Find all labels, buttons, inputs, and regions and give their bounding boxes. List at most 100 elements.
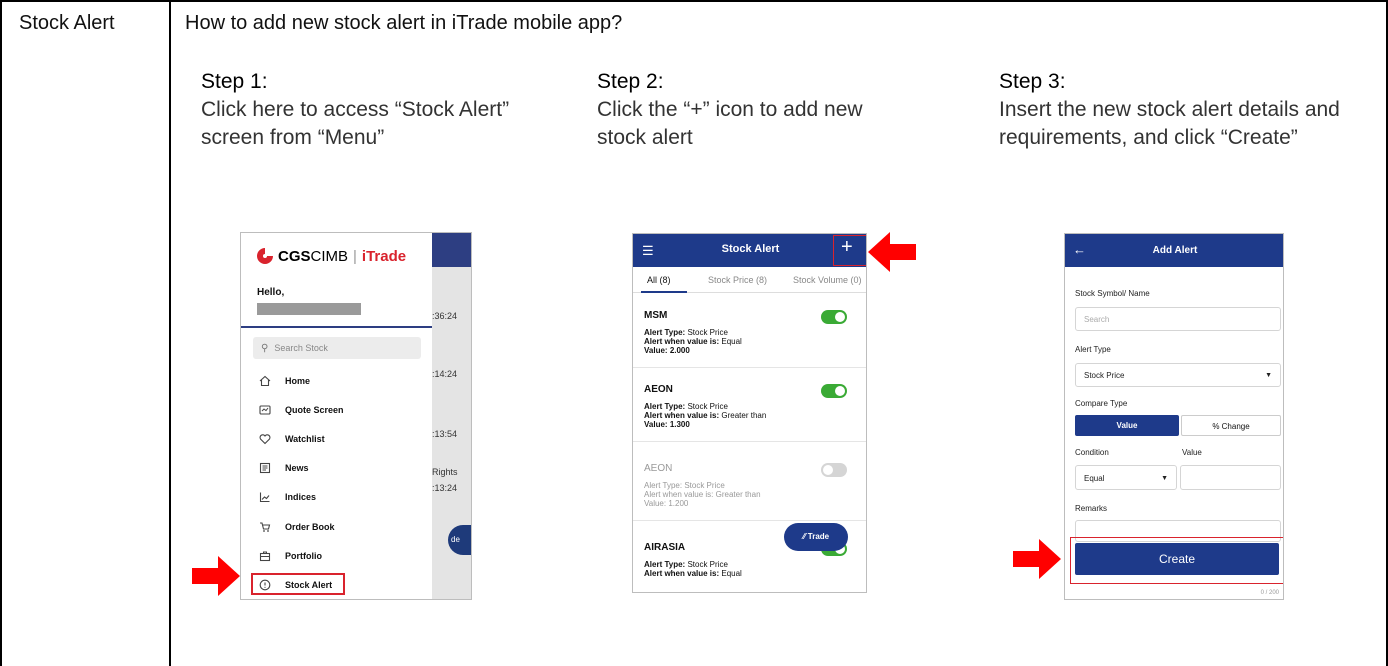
bg-time: :13:24	[432, 483, 458, 493]
search-placeholder: Search Stock	[274, 343, 328, 353]
create-highlight-box	[1070, 537, 1283, 584]
alert-type-label: Alert Type:	[644, 560, 686, 569]
alert-value: 2.000	[669, 346, 690, 355]
screen-title: Add Alert	[1152, 245, 1198, 256]
briefcase-icon	[259, 551, 271, 562]
alert-item[interactable]: MSM Alert Type: Stock Price Alert when v…	[633, 300, 866, 368]
trade-fab-button[interactable]: ⁄⁄ Trade	[784, 523, 848, 551]
alert-symbol: AEON	[644, 384, 673, 395]
alert-type-value: Stock Price	[687, 328, 728, 337]
alert-when-label: Alert when value is:	[644, 411, 720, 420]
alert-when-value: Greater than	[721, 411, 767, 420]
bg-text: Rights	[432, 467, 458, 477]
condition-select[interactable]: Equal ▼	[1075, 465, 1177, 490]
news-icon	[259, 462, 271, 474]
brand-logo: CGS CIMB | iTrade	[255, 247, 406, 265]
plus-highlight-box	[833, 235, 866, 266]
alert-when-value: Greater than	[715, 490, 761, 499]
alert-value-label: Value:	[644, 499, 667, 508]
tab-stock-volume[interactable]: Stock Volume (0)	[793, 275, 862, 285]
app-bar: ☰ Stock Alert +	[633, 234, 866, 267]
menu-item-indices[interactable]: Indices	[259, 491, 316, 503]
alert-type-line: Alert Type: Stock Price	[644, 328, 728, 337]
menu-item-news[interactable]: News	[259, 462, 309, 474]
alert-type-label: Alert Type:	[644, 328, 686, 337]
alert-when-label: Alert when value is:	[644, 337, 720, 346]
alert-symbol: MSM	[644, 310, 668, 321]
step-3: Step 3: Insert the new stock alert detai…	[999, 68, 1344, 152]
table-top-border	[0, 0, 1388, 2]
step-2: Step 2: Click the “+” icon to add new st…	[597, 68, 942, 152]
menu-item-order-book[interactable]: Order Book	[259, 521, 335, 533]
compare-type-label: Compare Type	[1075, 399, 1128, 408]
question-title: How to add new stock alert in iTrade mob…	[185, 12, 623, 34]
remarks-char-counter: 0 / 200	[1260, 590, 1279, 596]
stock-symbol-input[interactable]: Search	[1075, 307, 1281, 331]
alert-value: 1.200	[668, 499, 689, 508]
value-input[interactable]	[1180, 465, 1281, 490]
alert-when-line: Alert when value is: Greater than	[644, 490, 761, 499]
value-label: Value	[1182, 448, 1202, 457]
trade-label: Trade	[807, 532, 830, 541]
cgscimb-logo-icon	[257, 248, 273, 264]
toggle-knob	[835, 312, 845, 322]
alert-when-line: Alert when value is: Greater than	[644, 411, 766, 420]
tab-stock-price[interactable]: Stock Price (8)	[708, 275, 767, 285]
menu-item-home[interactable]: Home	[259, 375, 310, 387]
alert-toggle[interactable]	[821, 310, 847, 324]
alert-toggle[interactable]	[821, 384, 847, 398]
compare-value-button[interactable]: Value	[1075, 415, 1179, 436]
greeting: Hello,	[257, 287, 285, 298]
stock-alert-highlight-box	[251, 573, 345, 595]
step-description: Insert the new stock alert details and r…	[999, 98, 1340, 149]
menu-item-watchlist[interactable]: Watchlist	[259, 433, 325, 445]
alert-when-line: Alert when value is: Equal	[644, 569, 742, 578]
menu-item-portfolio[interactable]: Portfolio	[259, 550, 322, 562]
menu-item-label: Order Book	[285, 522, 335, 532]
tab-all[interactable]: All (8)	[647, 275, 671, 285]
alert-when-label: Alert when value is:	[644, 569, 720, 578]
screen-title: Stock Alert	[721, 243, 780, 255]
brand-itrade: iTrade	[361, 247, 407, 265]
step-heading: Step 2:	[597, 70, 664, 93]
indices-chart-icon	[259, 492, 270, 503]
menu-item-label: News	[285, 463, 309, 473]
alert-item[interactable]: AEON Alert Type: Stock Price Alert when …	[633, 374, 866, 442]
step-description: Click the “+” icon to add new stock aler…	[597, 98, 863, 149]
alert-type-value: Stock Price	[684, 481, 725, 490]
compare-change-button[interactable]: % Change	[1181, 415, 1281, 436]
alert-type-selected: Stock Price	[1084, 371, 1125, 380]
menu-item-label: Indices	[285, 492, 317, 502]
alert-item[interactable]: AEON Alert Type: Stock Price Alert when …	[633, 453, 866, 521]
alert-type-value: Stock Price	[687, 560, 728, 569]
condition-selected: Equal	[1084, 474, 1105, 483]
bg-time: :14:24	[432, 369, 458, 379]
alert-type-select[interactable]: Stock Price ▼	[1075, 363, 1281, 387]
red-pointer-arrow-icon	[868, 232, 916, 272]
drawer-divider	[241, 326, 432, 328]
brand-cgs: CGS	[278, 247, 311, 265]
search-icon: ⚲	[261, 343, 269, 354]
table-left-border	[0, 0, 2, 666]
alert-when-line: Alert when value is: Equal	[644, 337, 742, 346]
menu-item-label: Home	[285, 376, 311, 386]
dropdown-caret-icon: ▼	[1265, 372, 1272, 379]
brand-separator: |	[353, 247, 357, 265]
app-bar: ← Add Alert	[1065, 234, 1283, 267]
alert-when-label: Alert when value is:	[644, 490, 714, 499]
search-stock-input[interactable]: ⚲ Search Stock	[253, 337, 421, 359]
menu-item-quote-screen[interactable]: Quote Screen	[259, 404, 344, 416]
bg-time: :13:54	[432, 429, 458, 439]
red-pointer-arrow-icon	[1013, 539, 1061, 579]
step-heading: Step 3:	[999, 70, 1066, 93]
menu-screenshot: :36:24 :14:24 :13:54 Rights :13:24 de CG…	[240, 232, 472, 600]
table-column-divider	[169, 0, 171, 666]
home-icon	[259, 375, 271, 387]
alert-toggle[interactable]	[821, 463, 847, 477]
background-header	[432, 233, 471, 267]
brand-cimb: CIMB	[310, 247, 349, 265]
alert-symbol: AEON	[644, 463, 673, 474]
alert-symbol: AIRASIA	[644, 542, 686, 553]
alert-type-label: Alert Type	[1075, 345, 1111, 354]
alert-value-label: Value:	[644, 346, 668, 355]
